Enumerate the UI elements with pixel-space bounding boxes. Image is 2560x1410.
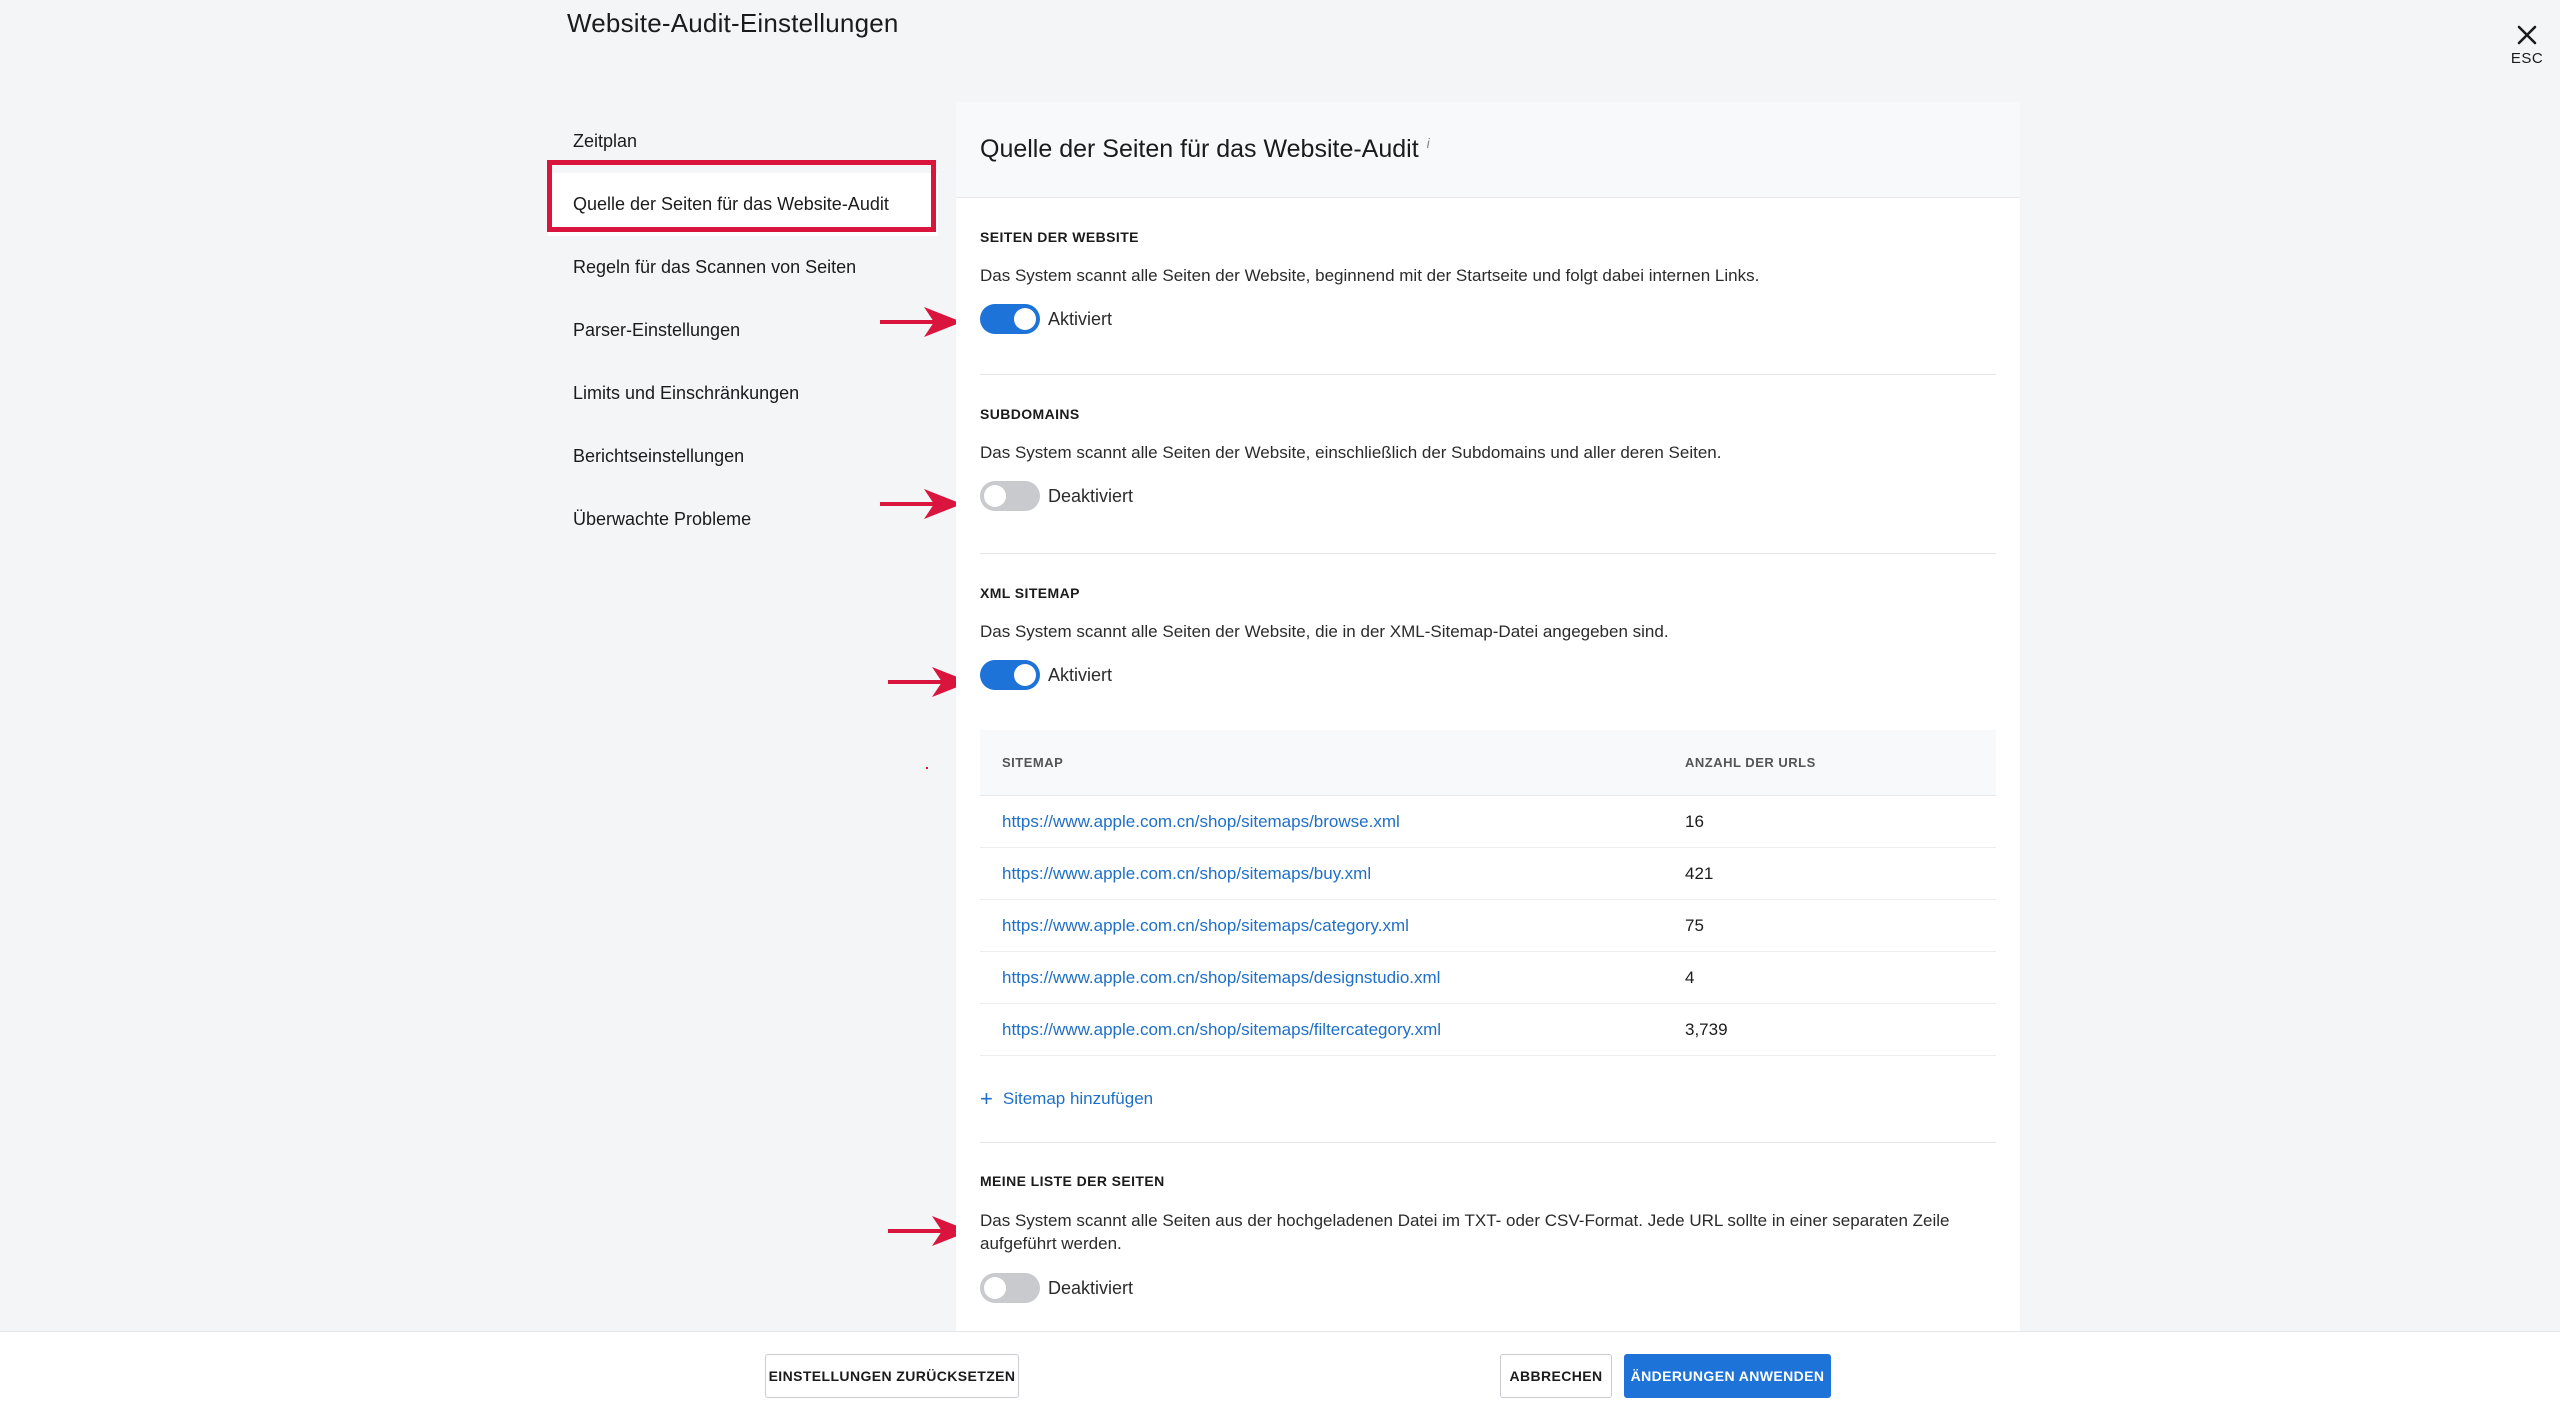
sitemap-link[interactable]: https://www.apple.com.cn/shop/sitemaps/f… — [1002, 1020, 1441, 1039]
section-title: SEITEN DER WEBSITE — [980, 229, 1139, 245]
section-subdomains: SUBDOMAINS Das System scannt alle Seiten… — [956, 375, 2020, 553]
sidebar-item-label: Limits und Einschränkungen — [573, 383, 800, 403]
sidebar-item-label: Regeln für das Scannen von Seiten — [573, 257, 857, 277]
reset-settings-button[interactable]: EINSTELLUNGEN ZURÜCKSETZEN — [765, 1354, 1019, 1398]
settings-panel: Quelle der Seiten für das Website-Audit … — [956, 102, 2020, 1332]
toggle-label: Deaktiviert — [1048, 1277, 1134, 1298]
plus-icon: + — [980, 1086, 993, 1111]
section-description: Das System scannt alle Seiten aus der ho… — [980, 1211, 1950, 1253]
sidebar-item-scan-rules[interactable]: Regeln für das Scannen von Seiten — [548, 236, 938, 299]
url-count: 16 — [1685, 811, 1704, 831]
sitemap-link[interactable]: https://www.apple.com.cn/shop/sitemaps/c… — [1002, 916, 1409, 935]
xml-sitemap-toggle[interactable] — [980, 660, 1040, 690]
annotation-arrow-icon — [880, 307, 962, 337]
toggle-row: Deaktiviert — [980, 481, 1133, 511]
section-xml-sitemap: XML SITEMAP Das System scannt alle Seite… — [956, 554, 2020, 730]
sitemap-link[interactable]: https://www.apple.com.cn/shop/sitemaps/b… — [1002, 812, 1400, 831]
panel-title: Quelle der Seiten für das Website-Audit — [980, 135, 1419, 163]
apply-changes-button[interactable]: ÄNDERUNGEN ANWENDEN — [1624, 1354, 1831, 1398]
close-button[interactable]: ESC — [2505, 24, 2549, 80]
table-row: https://www.apple.com.cn/shop/sitemaps/d… — [980, 952, 1996, 1004]
table-row: https://www.apple.com.cn/shop/sitemaps/f… — [980, 1004, 1996, 1056]
add-sitemap-label: Sitemap hinzufügen — [1002, 1089, 1154, 1108]
url-count: 4 — [1685, 967, 1695, 987]
footer-bar: EINSTELLUNGEN ZURÜCKSETZEN ABBRECHEN ÄND… — [0, 1331, 2560, 1410]
table-row: https://www.apple.com.cn/shop/sitemaps/b… — [980, 848, 1996, 900]
column-header-url-count: ANZAHL DER URLS — [1685, 755, 1816, 770]
panel-header: Quelle der Seiten für das Website-Audit … — [956, 102, 2020, 198]
table-row: https://www.apple.com.cn/shop/sitemaps/c… — [980, 900, 1996, 952]
add-sitemap-row: + Sitemap hinzufügen — [956, 1056, 2020, 1142]
table-row: https://www.apple.com.cn/shop/sitemaps/b… — [980, 796, 1996, 848]
my-page-list-toggle[interactable] — [980, 1273, 1040, 1303]
subdomains-toggle[interactable] — [980, 481, 1040, 511]
cancel-button[interactable]: ABBRECHEN — [1500, 1354, 1612, 1398]
sidebar-item-label: Zeitplan — [573, 131, 638, 151]
column-header-sitemap: SITEMAP — [1002, 755, 1064, 770]
sidebar-item-label: Überwachte Probleme — [573, 509, 752, 529]
toggle-row: Aktiviert — [980, 660, 1112, 690]
sidebar-item-schedule[interactable]: Zeitplan — [548, 110, 938, 173]
section-description: Das System scannt alle Seiten der Websit… — [980, 443, 1722, 462]
section-title: MEINE LISTE DER SEITEN — [980, 1173, 1165, 1189]
url-count: 3,739 — [1685, 1019, 1728, 1039]
sidebar-item-label: Quelle der Seiten für das Website-Audit — [573, 194, 889, 214]
section-my-page-list: MEINE LISTE DER SEITEN Das System scannt… — [956, 1143, 2020, 1332]
sitemap-link[interactable]: https://www.apple.com.cn/shop/sitemaps/b… — [1002, 864, 1371, 883]
section-title: XML SITEMAP — [980, 585, 1080, 601]
sidebar-item-limits[interactable]: Limits und Einschränkungen — [548, 362, 938, 425]
info-icon[interactable]: i — [1427, 135, 1430, 151]
sidebar-item-page-source[interactable]: Quelle der Seiten für das Website-Audit — [548, 173, 938, 236]
annotation-arrow-icon — [880, 489, 962, 519]
annotation-dot — [926, 767, 928, 769]
sitemap-table: SITEMAP ANZAHL DER URLS https://www.appl… — [980, 730, 1996, 1056]
sitemap-link[interactable]: https://www.apple.com.cn/shop/sitemaps/d… — [1002, 968, 1440, 987]
toggle-label: Aktiviert — [1048, 664, 1113, 685]
toggle-label: Deaktiviert — [1048, 485, 1134, 506]
section-title: SUBDOMAINS — [980, 406, 1080, 422]
table-header: SITEMAP ANZAHL DER URLS — [980, 730, 1996, 796]
page-title: Website-Audit-Einstellungen — [567, 8, 899, 38]
section-website-pages: SEITEN DER WEBSITE Das System scannt all… — [956, 198, 2020, 374]
url-count: 421 — [1685, 863, 1714, 883]
toggle-label: Aktiviert — [1048, 308, 1113, 329]
sidebar-item-report-settings[interactable]: Berichtseinstellungen — [548, 425, 938, 488]
url-count: 75 — [1685, 915, 1704, 935]
sidebar-item-label: Berichtseinstellungen — [573, 446, 745, 466]
section-description: Das System scannt alle Seiten der Websit… — [980, 266, 1760, 285]
close-icon — [2517, 25, 2537, 45]
website-pages-toggle[interactable] — [980, 304, 1040, 334]
esc-label: ESC — [2510, 50, 2544, 67]
add-sitemap-button[interactable]: + Sitemap hinzufügen — [980, 1088, 1153, 1110]
toggle-row: Deaktiviert — [980, 1273, 1133, 1303]
section-description: Das System scannt alle Seiten der Websit… — [980, 622, 1669, 641]
toggle-row: Aktiviert — [980, 304, 1112, 334]
sidebar-item-label: Parser-Einstellungen — [573, 320, 741, 340]
